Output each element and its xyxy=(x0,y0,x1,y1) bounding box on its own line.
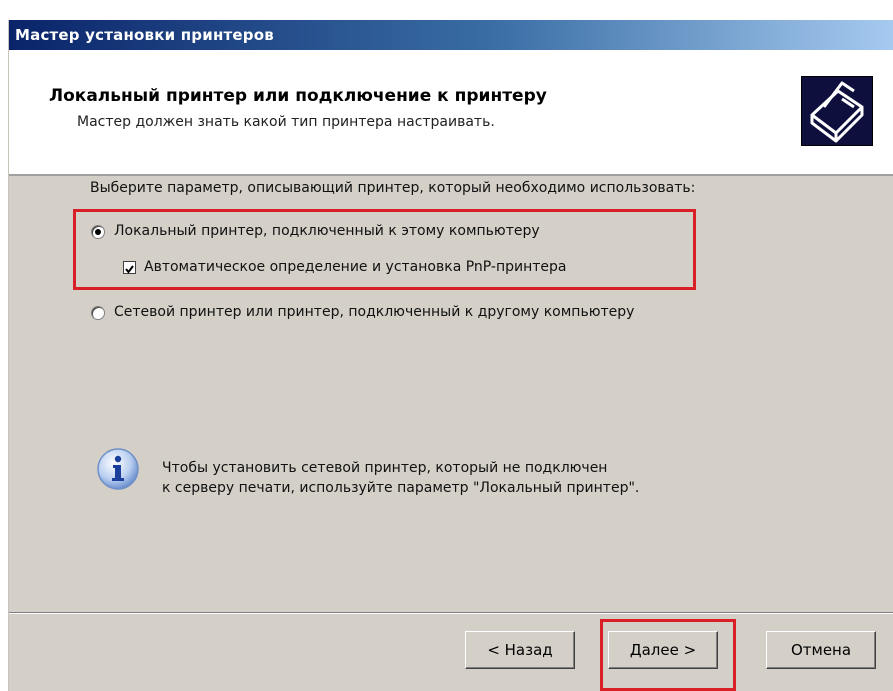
info-icon xyxy=(94,445,142,493)
info-text: Чтобы установить сетевой принтер, которы… xyxy=(162,458,639,498)
info-line-2: к серверу печати, используйте параметр "… xyxy=(162,480,640,496)
back-button[interactable]: < Назад xyxy=(465,631,575,669)
title-bar[interactable]: Мастер установки принтеров xyxy=(9,20,893,50)
option-prompt: Выберите параметр, описывающий принтер, … xyxy=(90,180,696,196)
page-subtitle: Мастер должен знать какой тип принтера н… xyxy=(77,114,495,130)
radio-network-printer[interactable] xyxy=(91,306,105,320)
window-title: Мастер установки принтеров xyxy=(15,26,274,44)
radio-network-printer-label[interactable]: Сетевой принтер или принтер, подключенны… xyxy=(114,304,634,320)
footer-separator xyxy=(9,612,893,614)
wizard-window: Мастер установки принтеров Локальный при… xyxy=(8,20,893,691)
printer-icon xyxy=(801,76,873,146)
info-line-1: Чтобы установить сетевой принтер, которы… xyxy=(162,460,608,476)
next-button-highlight xyxy=(600,619,736,691)
cancel-button[interactable]: Отмена xyxy=(766,631,876,669)
page-title: Локальный принтер или подключение к прин… xyxy=(49,86,547,106)
options-highlight-box xyxy=(73,209,696,290)
wizard-header: Локальный принтер или подключение к прин… xyxy=(9,50,893,176)
